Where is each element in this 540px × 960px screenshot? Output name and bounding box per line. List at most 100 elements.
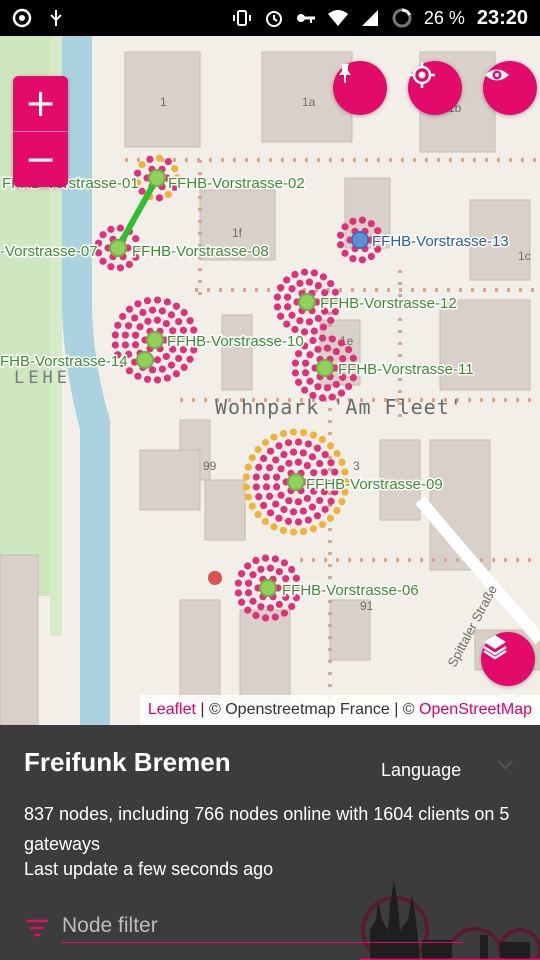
zoom-control: + −	[13, 76, 68, 187]
leaflet-link[interactable]: Leaflet	[148, 701, 196, 719]
node-marker[interactable]	[148, 169, 166, 187]
node-marker[interactable]	[259, 579, 277, 597]
node-filter-input[interactable]	[62, 913, 464, 943]
clock: 23:20	[476, 6, 528, 29]
client-dot	[291, 270, 299, 279]
client-dot	[301, 369, 310, 377]
client-dot	[252, 473, 260, 481]
client-dot	[107, 225, 115, 233]
client-dot	[332, 380, 340, 389]
client-dot	[125, 260, 133, 269]
client-dot	[291, 369, 300, 377]
visibility-button[interactable]	[483, 61, 537, 115]
client-dot	[318, 394, 327, 402]
node-label[interactable]: FHB-Vorstrasse-14	[0, 352, 129, 372]
client-dot	[283, 303, 292, 311]
client-dot	[321, 505, 329, 513]
vibrate-icon	[232, 10, 251, 26]
signal-icon	[361, 10, 378, 26]
client-dot	[314, 281, 322, 290]
client-dot	[153, 316, 162, 324]
node-label[interactable]: FFHB-Vorstrasse-09	[305, 475, 445, 495]
client-dot	[138, 187, 146, 195]
client-dot	[172, 370, 181, 378]
client-dot	[143, 375, 152, 383]
client-dot	[345, 382, 353, 391]
client-dot	[336, 231, 345, 239]
client-dot	[341, 223, 349, 231]
client-dot	[262, 483, 271, 491]
client-dot	[146, 155, 154, 163]
node-label[interactable]: FFHB-Vorstrasse-11	[337, 360, 476, 380]
node-marker[interactable]	[146, 331, 164, 349]
client-dot	[337, 339, 346, 347]
client-dot	[143, 297, 152, 305]
client-dot	[283, 293, 292, 301]
client-dot	[300, 268, 309, 276]
client-dot	[273, 293, 282, 301]
svg-text:1a: 1a	[302, 95, 316, 109]
client-dot	[171, 165, 179, 173]
client-dot	[294, 498, 303, 506]
app-title: Freifunk Bremen	[24, 747, 231, 777]
client-dot	[132, 235, 140, 243]
node-marker[interactable]	[136, 351, 154, 369]
node-label[interactable]: -Vorstrasse-07	[0, 242, 99, 262]
client-dot	[238, 598, 246, 606]
client-dot	[310, 327, 318, 335]
map[interactable]: 1 1a 1b 1c 1f 1e 99 3 91 Wohnpark 'Am Fl…	[0, 36, 540, 725]
openstreetmap-link[interactable]: OpenStreetMap	[419, 701, 532, 719]
client-dot	[280, 559, 289, 567]
client-dot	[257, 565, 265, 573]
client-dot	[234, 579, 243, 587]
node-label[interactable]: FFHB-Vorstrasse-06	[281, 581, 421, 601]
client-dot	[261, 614, 270, 622]
node-marker[interactable]	[109, 239, 127, 257]
locate-icon	[409, 62, 435, 88]
client-dot	[175, 354, 183, 363]
client-dot	[292, 574, 300, 582]
client-dot	[244, 579, 253, 587]
usb-icon	[50, 10, 62, 26]
client-dot	[158, 307, 166, 315]
svg-text:1: 1	[160, 95, 167, 109]
locate-button[interactable]	[408, 61, 462, 115]
client-dot	[319, 323, 328, 331]
node-marker[interactable]	[298, 293, 316, 311]
client-dot	[158, 365, 166, 373]
chevron-down-icon[interactable]	[496, 755, 514, 773]
client-dot	[296, 279, 304, 287]
node-label[interactable]: FFHB-Vorstrasse-08	[131, 242, 271, 262]
client-dot	[167, 311, 176, 319]
language-select[interactable]: Language	[381, 760, 461, 781]
svg-text:91: 91	[360, 599, 374, 613]
node-label[interactable]: FFHB-Vorstrasse-02	[167, 174, 307, 194]
node-marker[interactable]	[316, 359, 334, 377]
attribution-text: | © Openstreetmap France | ©	[195, 701, 420, 718]
zoom-in-button[interactable]: +	[13, 76, 68, 131]
client-dot	[299, 449, 307, 457]
client-dot	[337, 389, 346, 397]
client-dot	[367, 219, 375, 228]
client-dot	[244, 589, 253, 597]
client-dot	[175, 317, 183, 326]
client-dot	[249, 597, 257, 605]
client-dot	[244, 463, 252, 471]
zoom-out-button[interactable]: −	[13, 132, 68, 187]
client-dot	[341, 249, 349, 257]
layers-button[interactable]	[481, 632, 535, 686]
client-dot	[131, 331, 140, 339]
pin-button[interactable]	[333, 61, 387, 115]
node-label[interactable]: FFHB-Vorstrasse-10	[166, 332, 306, 352]
client-dot	[275, 514, 283, 522]
client-dot	[180, 309, 188, 317]
client-dot	[248, 502, 256, 510]
node-marker[interactable]	[351, 231, 369, 249]
client-dot	[280, 609, 289, 617]
client-dot	[299, 428, 308, 437]
node-marker[interactable]	[287, 473, 305, 491]
offline-node-marker[interactable]	[208, 571, 222, 585]
node-label[interactable]: FFHB-Vorstrasse-12	[319, 294, 459, 314]
map-canvas[interactable]: 1 1a 1b 1c 1f 1e 99 3 91 Wohnpark 'Am Fl…	[0, 36, 540, 725]
node-label[interactable]: FFHB-Vorstrasse-13	[371, 232, 511, 252]
